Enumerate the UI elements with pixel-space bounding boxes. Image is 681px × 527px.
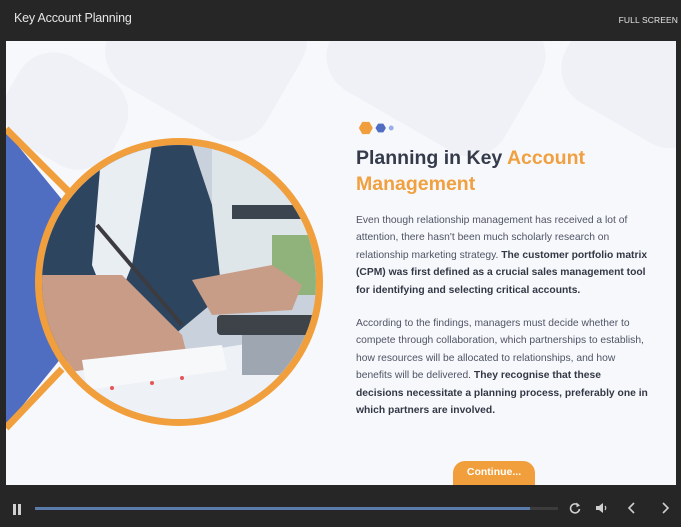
- paragraph-2: According to the findings, managers must…: [356, 315, 648, 419]
- top-bar: Key Account Planning FULL SCREEN: [0, 0, 681, 41]
- blue-hexagon-icon: [375, 123, 386, 133]
- progress-bar[interactable]: [35, 507, 558, 510]
- player-controls: [0, 485, 681, 527]
- previous-icon: [627, 502, 635, 514]
- fullscreen-button[interactable]: FULL SCREEN: [619, 15, 678, 25]
- decorative-dots: [358, 121, 394, 135]
- continue-button[interactable]: Continue...: [453, 461, 535, 485]
- pause-icon-bar: [18, 504, 21, 515]
- progress-fill: [35, 507, 530, 510]
- photo-illustration: [42, 145, 316, 419]
- pause-button[interactable]: [12, 504, 22, 516]
- course-title: Key Account Planning: [14, 11, 132, 25]
- businessman-photo: [42, 145, 316, 419]
- next-icon: [662, 502, 670, 514]
- orange-hexagon-icon: [358, 121, 373, 135]
- next-button[interactable]: [657, 499, 673, 517]
- slide: Planning in Key Account Management Even …: [6, 41, 676, 485]
- paragraph-1: Even though relationship management has …: [356, 212, 648, 299]
- volume-icon: [596, 503, 607, 513]
- heading-part-dark: Planning in Key: [356, 147, 507, 169]
- photo-frame: [35, 138, 323, 426]
- replay-button[interactable]: [567, 499, 583, 517]
- volume-button[interactable]: [594, 499, 610, 517]
- light-blue-dot-icon: [388, 125, 394, 131]
- replay-icon: [569, 502, 581, 514]
- previous-button[interactable]: [624, 499, 640, 517]
- pause-icon-bar: [13, 504, 16, 515]
- slide-heading: Planning in Key Account Management: [356, 145, 636, 197]
